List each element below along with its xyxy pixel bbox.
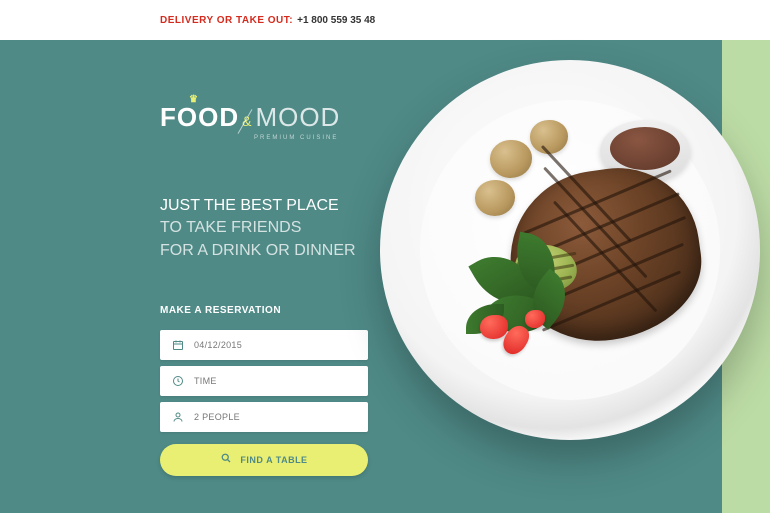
logo-ampersand: & <box>239 113 255 129</box>
reservation-form: MAKE A RESERVATION 04/12/2015 TIME 2 PEO… <box>160 305 368 476</box>
find-table-label: FIND A TABLE <box>240 455 307 465</box>
topbar: DELIVERY OR TAKE OUT: +1 800 559 35 48 <box>0 0 770 40</box>
logo-main: ♛ FOOD & MOOD <box>160 102 340 133</box>
delivery-label: DELIVERY OR TAKE OUT: <box>160 15 293 26</box>
headline-line2: TO TAKE FRIENDS <box>160 217 356 239</box>
headline-line1: JUST THE BEST PLACE <box>160 195 356 217</box>
calendar-icon <box>170 339 186 351</box>
crown-icon: ♛ <box>189 94 199 105</box>
user-icon <box>170 411 186 423</box>
reservation-heading: MAKE A RESERVATION <box>160 305 368 316</box>
date-value: 04/12/2015 <box>194 340 242 350</box>
logo-food-text: ♛ FOOD <box>160 102 239 133</box>
date-field[interactable]: 04/12/2015 <box>160 330 368 360</box>
logo[interactable]: ♛ FOOD & MOOD PREMIUM CUISINE <box>160 102 340 141</box>
search-icon <box>220 451 232 469</box>
find-table-button[interactable]: FIND A TABLE <box>160 444 368 476</box>
clock-icon <box>170 375 186 387</box>
time-field[interactable]: TIME <box>160 366 368 396</box>
people-value: 2 PEOPLE <box>194 412 240 422</box>
logo-mood-text: MOOD <box>255 102 340 133</box>
hero-plate-image <box>380 60 760 440</box>
phone-number[interactable]: +1 800 559 35 48 <box>297 15 375 26</box>
logo-subtitle: PREMIUM CUISINE <box>160 135 340 141</box>
headline-line3: FOR A DRINK OR DINNER <box>160 240 356 262</box>
time-value: TIME <box>194 376 217 386</box>
hero-section: ♛ FOOD & MOOD PREMIUM CUISINE JUST THE B… <box>0 40 770 513</box>
hero-headline: JUST THE BEST PLACE TO TAKE FRIENDS FOR … <box>160 195 356 262</box>
people-field[interactable]: 2 PEOPLE <box>160 402 368 432</box>
